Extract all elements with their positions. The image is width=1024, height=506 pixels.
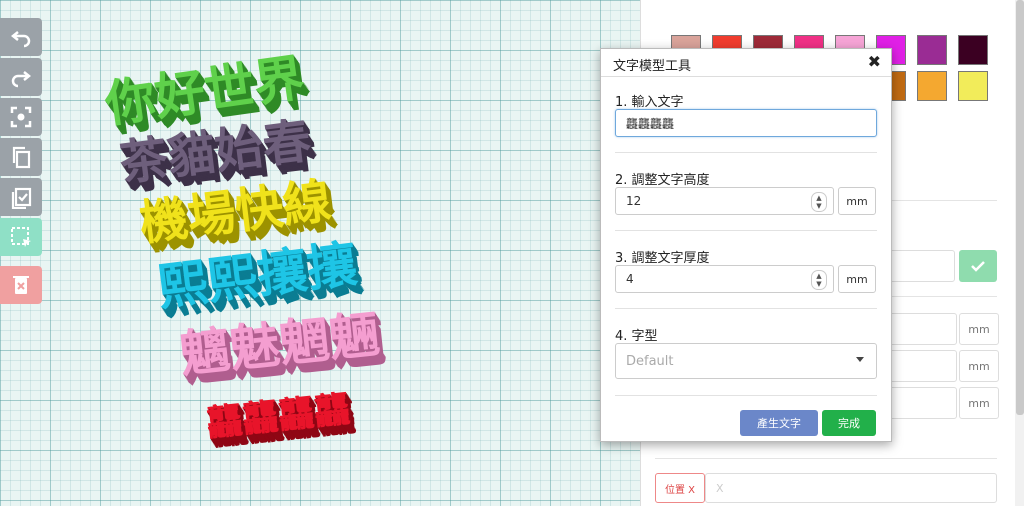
focus-button[interactable] (0, 98, 42, 136)
font-select[interactable]: Default (615, 343, 877, 379)
color-swatch[interactable] (917, 35, 947, 65)
thickness-unit: mm (838, 265, 876, 293)
copy-button[interactable] (0, 138, 42, 176)
close-icon[interactable]: ✖ (868, 52, 881, 71)
chevron-down-icon: ▼ (816, 202, 822, 210)
position-x-label: 位置 X (655, 473, 705, 503)
select-box-icon (11, 227, 31, 247)
font-label: 4. 字型 (615, 329, 658, 344)
thickness-spinner[interactable]: ▲ ▼ (811, 270, 827, 290)
generate-text-button[interactable]: 產生文字 (740, 410, 818, 436)
delete-icon (13, 276, 29, 294)
dialog-divider (615, 395, 877, 396)
height-unit: mm (838, 187, 876, 215)
text-model-dialog: 文字模型工具 ✖ 1. 輸入文字 龘龘龘龘 2. 調整文字高度 12 ▲ ▼ mm… (600, 48, 892, 442)
font-select-value: Default (626, 353, 674, 369)
chevron-down-icon (856, 357, 864, 362)
toolbar (0, 18, 42, 306)
redo-icon (11, 71, 32, 88)
height-spinner[interactable]: ▲ ▼ (811, 192, 827, 212)
redo-button[interactable] (0, 58, 42, 96)
dialog-title: 文字模型工具 (613, 59, 692, 74)
delete-button[interactable] (0, 266, 42, 304)
dialog-divider (615, 230, 877, 231)
focus-icon (10, 106, 32, 128)
size-y-unit: mm (959, 350, 999, 382)
copy-icon (12, 146, 31, 169)
thickness-label: 3. 調整文字厚度 (615, 251, 710, 266)
check-icon (971, 261, 985, 272)
text-model[interactable]: 龘龘龘龘龘龘龘龘龘龘龘龘龘龘龘龘龘龘龘龘龘龘龘龘龘龘龘龘龘龘龘龘龘龘龘龘 (205, 389, 358, 455)
size-x-unit: mm (959, 313, 999, 345)
panel-divider (655, 458, 997, 459)
size-z-unit: mm (959, 387, 999, 419)
3d-viewport[interactable]: 你好世界 你好世界 你好世界 你好世界 你好世界 你好世界 你好世界 你好世界 你好世界 茶貓始春… (0, 0, 640, 506)
thickness-value: 4 (626, 272, 634, 286)
undo-button[interactable] (0, 18, 42, 56)
position-x-input[interactable]: X (705, 473, 997, 503)
confirm-button[interactable] (959, 250, 997, 282)
text-input-label: 1. 輸入文字 (615, 95, 684, 110)
text-input[interactable]: 龘龘龘龘 (615, 109, 877, 137)
dialog-divider (615, 152, 877, 153)
thickness-input[interactable]: 4 ▲ ▼ (615, 265, 834, 293)
dialog-divider (615, 308, 877, 309)
height-label: 2. 調整文字高度 (615, 173, 710, 188)
chevron-up-icon: ▲ (816, 194, 822, 202)
color-swatch[interactable] (917, 71, 947, 101)
color-swatch[interactable] (958, 35, 988, 65)
multi-select-button[interactable] (0, 218, 42, 256)
scrollbar[interactable] (1015, 0, 1024, 506)
checklist-icon (11, 187, 32, 209)
select-all-button[interactable] (0, 178, 42, 216)
color-swatch[interactable] (958, 71, 988, 101)
chevron-down-icon: ▼ (816, 280, 822, 288)
scene-text-models[interactable]: 你好世界你好世界你好世界你好世界你好世界你好世界你好世界你好世界你好世界茶貓始春… (0, 0, 640, 506)
done-button[interactable]: 完成 (822, 410, 876, 436)
scrollbar-thumb[interactable] (1016, 0, 1024, 415)
dialog-header-divider (601, 76, 891, 77)
height-value: 12 (626, 194, 642, 208)
undo-icon (10, 31, 31, 48)
chevron-up-icon: ▲ (816, 272, 822, 280)
height-input[interactable]: 12 ▲ ▼ (615, 187, 834, 215)
